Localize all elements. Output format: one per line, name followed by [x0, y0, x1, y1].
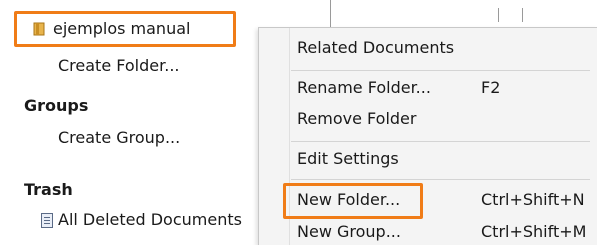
folder-icon — [33, 22, 45, 36]
trash-heading: Trash — [24, 180, 73, 199]
menu-separator — [291, 179, 590, 180]
rename-shortcut: F2 — [481, 78, 501, 97]
menu-item-new-group[interactable]: New Group... — [297, 222, 401, 242]
column-divider — [498, 8, 499, 22]
menu-item-new-folder[interactable]: New Folder... — [297, 190, 400, 210]
column-divider — [522, 8, 523, 22]
menu-separator — [291, 70, 590, 71]
context-menu: Related Documents Rename Folder... F2 Re… — [258, 27, 597, 245]
menu-item-remove-folder[interactable]: Remove Folder — [297, 109, 416, 129]
all-deleted-documents-item[interactable]: All Deleted Documents — [58, 210, 242, 230]
create-folder-link[interactable]: Create Folder... — [58, 56, 179, 76]
new-folder-shortcut: Ctrl+Shift+N — [481, 190, 585, 209]
folder-item-ejemplos-manual[interactable]: ejemplos manual — [14, 11, 236, 47]
menu-item-edit-settings[interactable]: Edit Settings — [297, 149, 399, 169]
document-icon — [41, 213, 53, 228]
folder-label: ejemplos manual — [53, 19, 191, 38]
new-group-shortcut: Ctrl+Shift+M — [481, 222, 587, 241]
groups-heading: Groups — [24, 96, 89, 115]
menu-separator — [291, 141, 590, 142]
create-group-link[interactable]: Create Group... — [58, 128, 180, 148]
menu-item-related-documents[interactable]: Related Documents — [297, 38, 454, 58]
pane-divider — [330, 0, 331, 27]
menu-item-rename-folder[interactable]: Rename Folder... — [297, 78, 431, 98]
